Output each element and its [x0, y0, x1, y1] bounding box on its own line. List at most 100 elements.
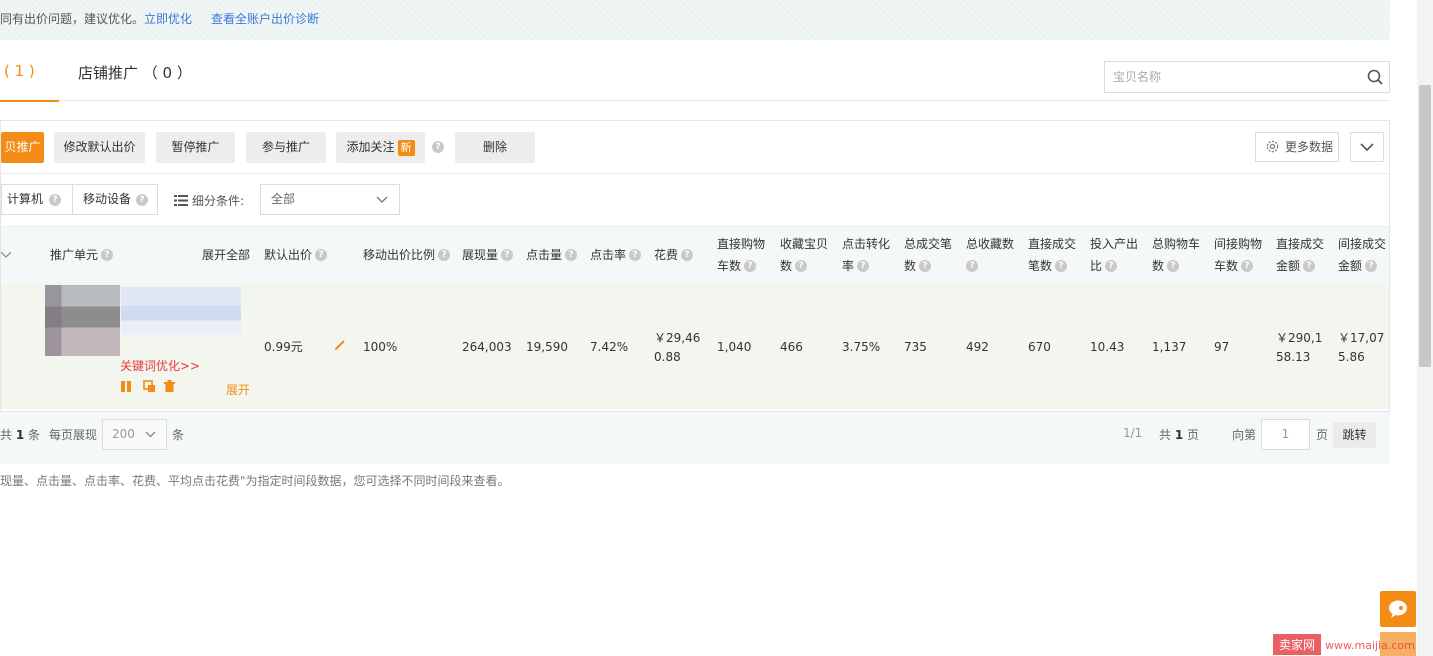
tab-item-promotion[interactable]: ( 1 )	[0, 62, 59, 102]
total-count: 共 1 条	[0, 428, 41, 442]
collapse-toggle-button[interactable]	[1350, 132, 1384, 162]
col-direct-amount: 直接成交 金额?	[1276, 237, 1325, 273]
help-icon[interactable]: ?	[315, 248, 328, 261]
diagnose-bids-link[interactable]: 查看全账户出价诊断	[211, 10, 319, 27]
keyword-optimize-link[interactable]: 关键词优化>>	[120, 357, 200, 374]
notice-bar: 同有出价问题，建议优化。 立即优化 查看全账户出价诊断	[0, 0, 1390, 40]
customer-service-button[interactable]	[1380, 591, 1416, 627]
help-icon[interactable]: ?	[1105, 259, 1118, 272]
gear-icon	[1266, 140, 1279, 153]
pause-icon[interactable]	[120, 380, 133, 393]
pause-promotion-button[interactable]: 暂停推广	[156, 132, 235, 163]
device-mobile-option[interactable]: 移动设备 ?	[73, 185, 157, 214]
col-fav-item: 收藏宝贝数?	[780, 237, 829, 273]
watermark: 卖家网 www.maijia.com	[1273, 634, 1415, 655]
help-icon[interactable]: ?	[795, 259, 808, 272]
help-icon[interactable]: ?	[1365, 259, 1378, 272]
add-follow-button[interactable]: 添加关注新	[336, 132, 425, 163]
goto-page-input[interactable]: 1	[1261, 419, 1310, 450]
help-icon[interactable]: ?	[49, 194, 61, 206]
help-icon[interactable]: ?	[1241, 259, 1254, 272]
page-indicator: 1/1	[1123, 426, 1143, 440]
col-clicks: 点击量?	[526, 244, 578, 266]
table-header: 推广单元? 展开全部 默认出价? 移动出价比例? 展现量? 点击量? 点击率? …	[1, 227, 1389, 283]
cell-ctr: 7.42%	[590, 340, 629, 354]
pagination: 共 1 条 每页展现 200 条 1/1 共 1 页 向第 1 页 跳转	[0, 412, 1390, 464]
help-icon[interactable]: ?	[629, 248, 642, 261]
device-mobile-label: 移动设备	[83, 192, 132, 206]
col-cost: 花费?	[654, 244, 694, 266]
cell-total-orders: 735	[904, 340, 927, 354]
col-total-fav: 总收藏数?	[966, 237, 1015, 272]
trash-icon[interactable]	[163, 380, 176, 393]
help-icon[interactable]: ?	[501, 248, 514, 261]
copy-icon[interactable]	[143, 380, 156, 393]
segment-condition-text: 细分条件:	[192, 194, 245, 208]
page-size-select[interactable]: 200	[102, 419, 167, 450]
device-computer-option[interactable]: 计算机 ?	[2, 185, 73, 214]
help-icon[interactable]: ?	[919, 259, 932, 272]
page-scrollbar-thumb[interactable]	[1419, 85, 1431, 367]
action-toolbar: 贝推广 修改默认出价 暂停推广 参与推广 添加关注新 ? 删除 更多数据	[1, 121, 1389, 174]
help-icon[interactable]: ?	[966, 259, 978, 272]
col-direct-cart: 直接购物 车数?	[717, 237, 766, 273]
col-direct-orders: 直接成交 笔数?	[1028, 237, 1077, 273]
page-size-value: 200	[112, 427, 135, 441]
help-icon[interactable]: ?	[136, 194, 148, 206]
expand-all-link[interactable]: 展开全部	[202, 244, 250, 266]
add-follow-label: 添加关注	[346, 140, 395, 154]
help-icon[interactable]: ?	[101, 248, 114, 261]
row-expand-link[interactable]: 展开	[226, 381, 250, 398]
join-promotion-button[interactable]: 参与推广	[246, 132, 326, 163]
per-page-label: 每页展现	[49, 428, 98, 442]
chevron-down-icon	[145, 431, 156, 438]
search-icon[interactable]	[1367, 69, 1383, 85]
item-thumbnail[interactable]	[45, 285, 120, 356]
help-icon[interactable]: ?	[857, 259, 870, 272]
col-total-cart: 总购物车数?	[1152, 237, 1201, 273]
help-icon[interactable]: ?	[681, 248, 694, 261]
edit-pencil-icon[interactable]	[334, 339, 346, 351]
tab-store-promotion[interactable]: 店铺推广 （ 0 ）	[78, 62, 192, 83]
help-icon[interactable]: ?	[1167, 259, 1180, 272]
cell-direct-amount: ￥290,1 58.13	[1276, 331, 1323, 364]
col-default-bid: 默认出价?	[264, 244, 328, 266]
more-data-button[interactable]: 更多数据	[1255, 132, 1339, 162]
promotion-panel: 贝推广 修改默认出价 暂停推广 参与推广 添加关注新 ? 删除 更多数据 计算机…	[0, 120, 1390, 412]
tab-item-promotion-label: ( 1 )	[4, 62, 35, 80]
chevron-down-icon	[376, 196, 388, 203]
jump-button[interactable]: 跳转	[1333, 422, 1376, 448]
more-data-label: 更多数据	[1285, 140, 1334, 154]
promote-item-button[interactable]: 贝推广	[1, 132, 44, 163]
help-icon[interactable]: ?	[565, 248, 578, 261]
list-icon	[174, 195, 188, 206]
notice-message: 同有出价问题，建议优化。	[0, 12, 145, 26]
help-icon[interactable]: ?	[744, 259, 757, 272]
chevron-down-icon[interactable]	[1, 251, 11, 259]
watermark-site: www.maijia.com	[1325, 639, 1415, 652]
col-cvr: 点击转化率?	[842, 237, 891, 273]
edit-default-bid-button[interactable]: 修改默认出价	[54, 132, 145, 163]
help-icon[interactable]: ?	[1055, 259, 1068, 272]
col-roi: 投入产出比?	[1090, 237, 1139, 273]
help-icon[interactable]: ?	[1303, 259, 1316, 272]
segment-condition-label: 细分条件:	[174, 192, 244, 209]
delete-button[interactable]: 删除	[455, 132, 535, 163]
help-icon[interactable]: ?	[438, 248, 451, 261]
filter-row: 计算机 ? 移动设备 ? 细分条件: 全部	[1, 174, 1389, 227]
table-row: 关键词优化>> 展开 0.99元 100% 264,003 19,590 7.4…	[1, 283, 1389, 409]
help-icon[interactable]: ?	[432, 141, 444, 153]
segment-condition-select[interactable]: 全部	[260, 184, 400, 215]
cell-roi: 10.43	[1090, 340, 1125, 354]
watermark-logo: 卖家网	[1273, 634, 1322, 655]
col-total-orders: 总成交笔数?	[904, 237, 953, 273]
device-computer-label: 计算机	[7, 192, 44, 206]
cell-default-bid: 0.99元	[264, 340, 303, 354]
cell-mobile-ratio: 100%	[363, 340, 398, 354]
item-search-box	[1104, 61, 1390, 93]
goto-label: 向第	[1232, 428, 1257, 442]
item-title-blurred[interactable]	[121, 287, 241, 335]
item-name-search-input[interactable]	[1105, 62, 1371, 92]
optimize-now-link[interactable]: 立即优化	[144, 10, 192, 27]
cell-indirect-amount: ￥17,07 5.86	[1338, 331, 1385, 364]
